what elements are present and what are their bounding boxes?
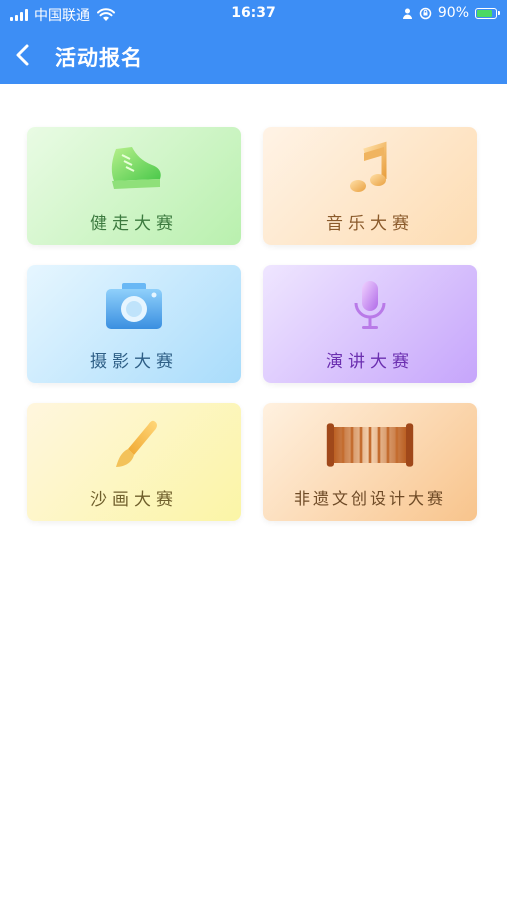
battery-charging-icon — [475, 7, 500, 19]
activity-card-walking[interactable]: 健走大赛 — [27, 127, 241, 245]
music-note-icon — [350, 141, 387, 192]
activity-label: 沙画大赛 — [90, 490, 178, 510]
battery-level — [477, 9, 493, 17]
chevron-left-icon[interactable] — [8, 39, 40, 71]
activity-card-speech[interactable]: 演讲大赛 — [263, 265, 477, 383]
camera-icon — [106, 283, 162, 329]
activity-label: 演讲大赛 — [326, 352, 414, 372]
activity-label: 非遗文创设计大赛 — [293, 489, 446, 508]
scroll-icon — [326, 423, 414, 467]
status-right: 90% — [402, 5, 500, 21]
app-header: 中国联通 16:37 90% 活动报名 — [0, 0, 507, 84]
microphone-icon — [354, 281, 386, 329]
activity-grid: 健走大赛 音乐大赛 摄影大赛 演讲大赛 沙画大赛 非遗文创设计大赛 — [27, 127, 477, 521]
status-bar: 中国联通 16:37 90% — [0, 0, 507, 28]
sneaker-icon — [111, 147, 161, 189]
activity-card-heritage-design[interactable]: 非遗文创设计大赛 — [263, 403, 477, 521]
page-title: 活动报名 — [55, 46, 143, 70]
activity-label: 摄影大赛 — [90, 352, 178, 372]
rotation-lock-icon — [419, 7, 432, 19]
nav-bar: 活动报名 — [0, 28, 507, 84]
activity-card-sand-painting[interactable]: 沙画大赛 — [27, 403, 241, 521]
activity-label: 音乐大赛 — [326, 214, 414, 234]
paintbrush-icon — [116, 420, 157, 467]
activity-card-photography[interactable]: 摄影大赛 — [27, 265, 241, 383]
activity-label: 健走大赛 — [90, 214, 178, 234]
person-icon — [402, 8, 412, 19]
battery-percent: 90% — [437, 5, 469, 21]
activity-card-music[interactable]: 音乐大赛 — [263, 127, 477, 245]
